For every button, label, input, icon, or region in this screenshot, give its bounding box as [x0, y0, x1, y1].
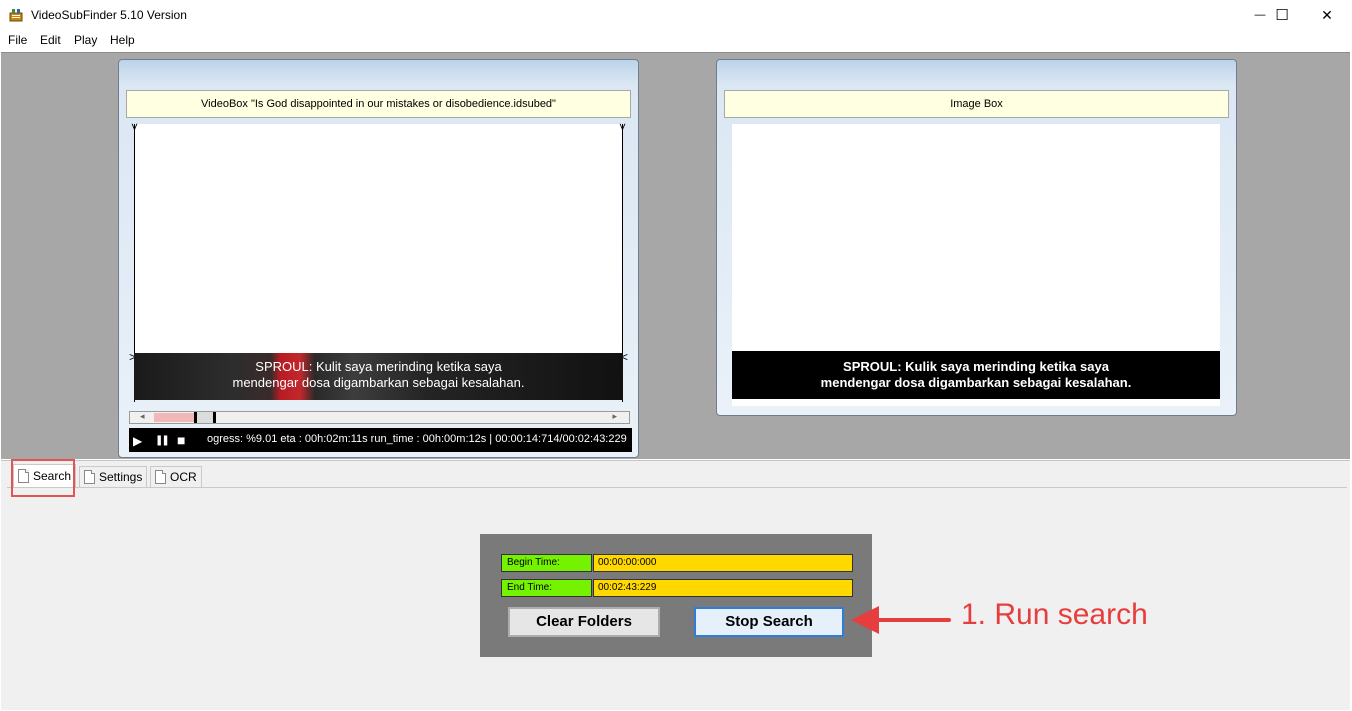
begin-time-field[interactable]: 00:00:00:000: [593, 554, 853, 572]
video-subtitle-line-1: SPROUL: Kulit saya merinding ketika saya: [255, 359, 502, 374]
menu-play[interactable]: Play: [74, 33, 97, 47]
begin-time-label: Begin Time:: [501, 554, 592, 572]
image-subtitle-line-1: SPROUL: Kulik saya merinding ketika saya: [843, 359, 1109, 374]
annotation-arrow-icon: [851, 606, 951, 634]
image-frame: SPROUL: Kulik saya merinding ketika saya…: [732, 124, 1220, 406]
tab-ocr[interactable]: OCR: [150, 466, 202, 487]
scroll-left-arrow-icon[interactable]: ◂: [140, 411, 145, 422]
document-icon: [84, 470, 95, 484]
tab-settings-label: Settings: [99, 470, 143, 484]
image-subtitle-line-2: mendengar dosa digambarkan sebagai kesal…: [820, 375, 1132, 390]
image-box-caption: Image Box: [724, 90, 1229, 118]
video-box-panel: VideoBox "Is God disappointed in our mis…: [118, 59, 639, 458]
video-box-caption: VideoBox "Is God disappointed in our mis…: [126, 90, 631, 118]
progress-status-text: ogress: %9.01 eta : 00h:02m:11s run_time…: [207, 433, 627, 445]
tab-ocr-label: OCR: [170, 470, 197, 484]
window-title: VideoSubFinder 5.10 Version: [31, 8, 187, 22]
menu-help[interactable]: Help: [110, 33, 135, 47]
maximize-icon: ☐: [1275, 7, 1289, 24]
clear-folders-button[interactable]: Clear Folders: [508, 607, 660, 637]
bottom-pane: Search Settings OCR Begin Time: 00:00:00…: [1, 459, 1350, 710]
end-time-label: End Time:: [501, 579, 592, 597]
menu-edit[interactable]: Edit: [40, 33, 61, 47]
scroll-right-arrow-icon[interactable]: ▸: [612, 411, 617, 422]
search-panel: Begin Time: 00:00:00:000 End Time: 00:02…: [480, 534, 872, 657]
playback-controls-bar: ▶ ❚❚ ■ ogress: %9.01 eta : 00h:02m:11s r…: [129, 428, 632, 452]
video-seek-scrollbar[interactable]: ◂ ▸: [129, 411, 630, 424]
video-subtitle-line-2: mendengar dosa digambarkan sebagai kesal…: [232, 375, 525, 390]
seek-progress-fill: [154, 413, 194, 422]
seek-thumb[interactable]: [194, 412, 216, 423]
tab-settings[interactable]: Settings: [79, 466, 148, 487]
pause-icon[interactable]: ❚❚: [155, 435, 170, 446]
main-workspace: VideoBox "Is God disappointed in our mis…: [1, 52, 1350, 459]
play-icon[interactable]: ▶: [133, 434, 142, 448]
menu-file[interactable]: File: [8, 33, 27, 47]
maximize-button[interactable]: ☐: [1259, 0, 1305, 30]
app-icon: [9, 8, 23, 22]
menu-bar: File Edit Play Help: [0, 30, 1352, 51]
close-icon: ✕: [1321, 6, 1333, 23]
end-time-field[interactable]: 00:02:43:229: [593, 579, 853, 597]
image-subtitle-area: SPROUL: Kulik saya merinding ketika saya…: [732, 351, 1220, 399]
stop-icon[interactable]: ■: [177, 432, 185, 448]
annotation-text: 1. Run search: [961, 598, 1148, 631]
video-subtitle-area: SPROUL: Kulit saya merinding ketika saya…: [134, 353, 623, 400]
title-bar: VideoSubFinder 5.10 Version — ☐ ✕: [0, 0, 1352, 30]
document-icon: [155, 470, 166, 484]
search-tab-highlight: [11, 459, 75, 497]
video-frame[interactable]: ˅ ˅ > < SPROUL: Kulit saya merinding ket…: [129, 121, 628, 402]
stop-search-button[interactable]: Stop Search: [694, 607, 844, 637]
close-button[interactable]: ✕: [1304, 0, 1350, 30]
image-box-panel: Image Box SPROUL: Kulik saya merinding k…: [716, 59, 1237, 416]
